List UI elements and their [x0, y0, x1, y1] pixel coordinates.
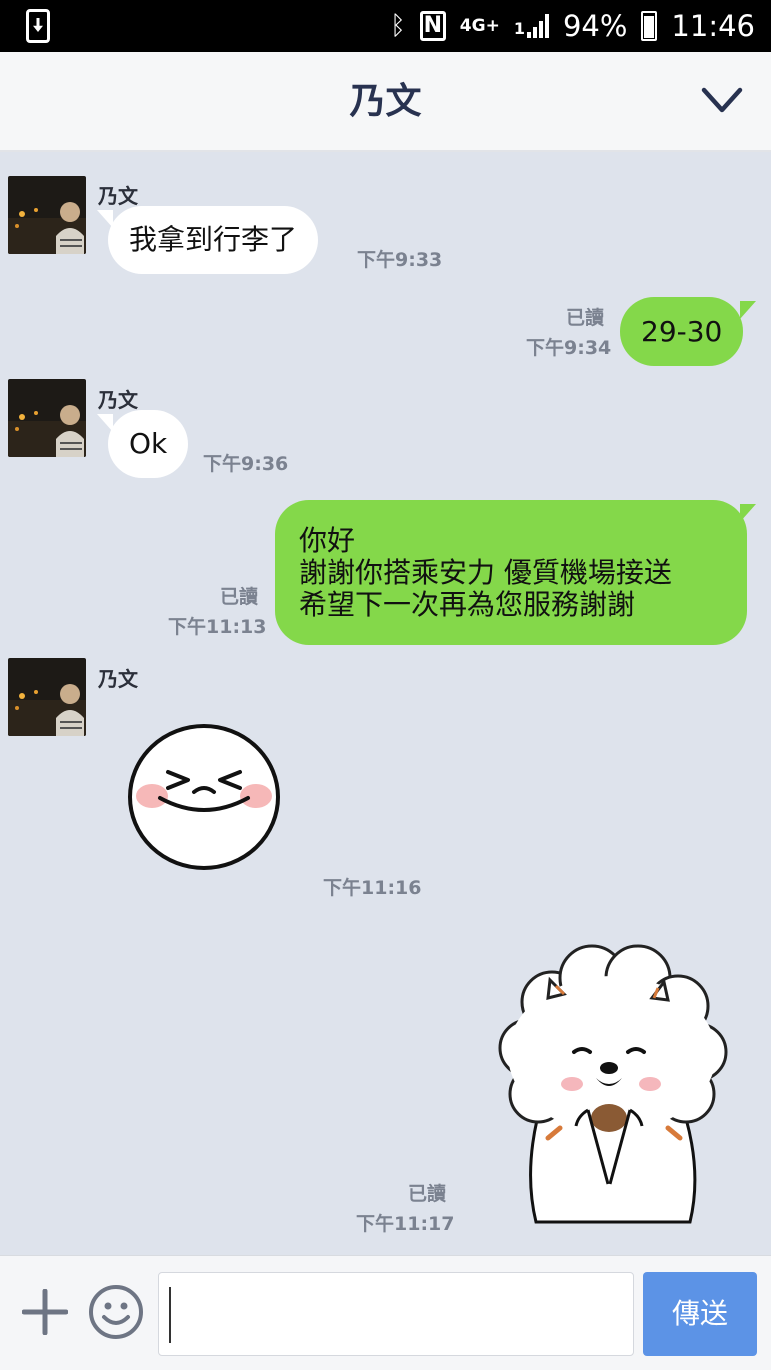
nfc-icon: N — [419, 11, 446, 41]
battery-percent: 94% — [562, 9, 628, 43]
sender-name: 乃文 — [98, 388, 138, 412]
download-icon — [26, 9, 50, 43]
message-input[interactable] — [158, 1272, 634, 1356]
bubble-tail — [740, 301, 756, 319]
network-type: 4G+ — [459, 16, 500, 36]
message-time: 下午11:16 — [323, 877, 422, 899]
outgoing-message[interactable]: 你好 謝謝你搭乘安力 優質機場接送 希望下一次再為您服務謝謝 — [275, 500, 747, 645]
message-time: 下午9:36 — [203, 453, 289, 475]
chevron-down-icon[interactable] — [701, 86, 743, 114]
emoji-icon[interactable] — [88, 1284, 144, 1340]
read-receipt: 已讀 — [220, 586, 259, 608]
chat-title: 乃文 — [349, 81, 422, 122]
avatar[interactable] — [8, 658, 86, 736]
send-button[interactable]: 傳送 — [643, 1272, 757, 1356]
sender-name: 乃文 — [98, 184, 138, 208]
incoming-message[interactable]: Ok — [108, 410, 189, 478]
sender-name: 乃文 — [98, 667, 138, 691]
bluetooth-icon: ᛒ — [390, 11, 406, 41]
outgoing-message[interactable]: 29-30 — [620, 297, 744, 366]
plus-icon[interactable] — [22, 1289, 68, 1335]
message-time: 下午9:33 — [357, 249, 443, 271]
clock: 11:46 — [671, 9, 755, 43]
incoming-message[interactable]: 我拿到行李了 — [108, 206, 319, 274]
message-time: 下午11:13 — [168, 616, 267, 638]
avatar[interactable] — [8, 379, 86, 457]
chat-header: 乃文 — [0, 52, 771, 152]
status-bar: ᛒ N 4G+ 1 94% 11:46 — [0, 0, 771, 52]
message-time: 下午9:34 — [526, 337, 612, 359]
battery-icon — [641, 11, 658, 41]
text-caret — [169, 1287, 171, 1343]
laughing-face-sticker[interactable] — [126, 722, 282, 872]
read-receipt: 已讀 — [566, 307, 605, 329]
message-time: 下午11:17 — [356, 1213, 455, 1235]
input-bar: 傳送 — [0, 1255, 771, 1370]
read-receipt: 已讀 — [408, 1183, 447, 1205]
sheep-sticker[interactable] — [492, 944, 730, 1226]
avatar[interactable] — [8, 176, 86, 254]
signal-icon: 1 — [514, 14, 549, 38]
